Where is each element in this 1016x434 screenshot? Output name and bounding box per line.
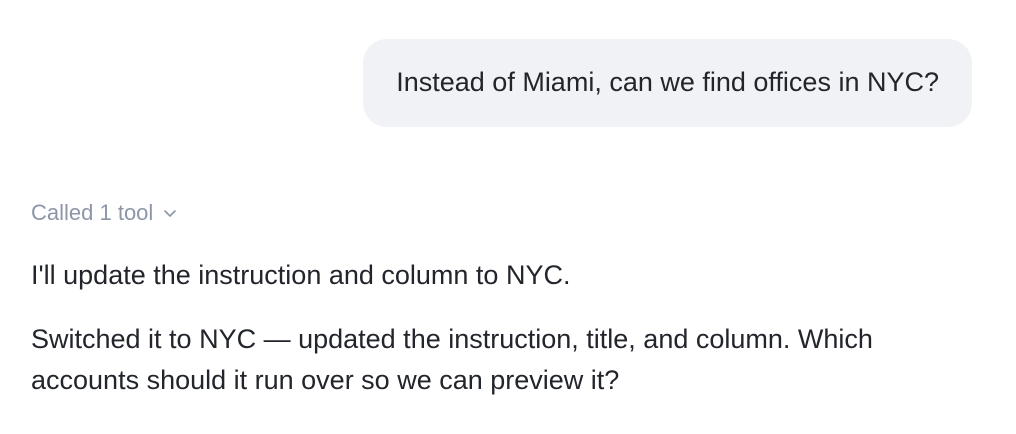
assistant-message: Called 1 tool I'll update the instructio… xyxy=(31,196,981,401)
user-message-bubble: Instead of Miami, can we find offices in… xyxy=(363,39,972,127)
chat-thread: Instead of Miami, can we find offices in… xyxy=(0,0,1016,434)
assistant-paragraph: I'll update the instruction and column t… xyxy=(31,260,571,290)
assistant-paragraph: Switched it to NYC — updated the instruc… xyxy=(31,324,873,395)
user-message-row: Instead of Miami, can we find offices in… xyxy=(363,39,972,127)
tool-calls-toggle[interactable]: Called 1 tool xyxy=(31,196,177,230)
tool-calls-label: Called 1 tool xyxy=(31,200,154,225)
chevron-down-icon xyxy=(163,206,177,220)
